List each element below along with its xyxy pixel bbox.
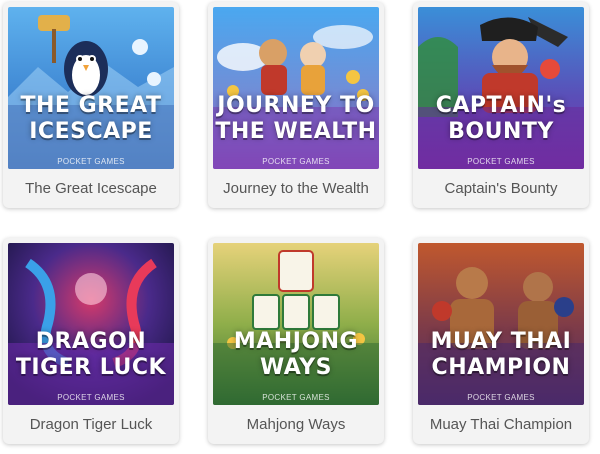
game-name[interactable]: Muay Thai Champion [418, 405, 584, 445]
game-thumbnail[interactable]: MAHJONG WAYS POCKET GAMES [213, 243, 379, 405]
brand-label: POCKET GAMES [57, 157, 125, 166]
art-title-line: MUAY THAI [430, 329, 572, 354]
game-name[interactable]: Mahjong Ways [213, 405, 379, 445]
art-title-line: TIGER LUCK [15, 355, 167, 380]
game-art-title: CAPTAIN's BOUNTY [418, 93, 584, 145]
game-grid: THE GREAT ICESCAPE POCKET GAMES The Grea… [0, 0, 600, 454]
art-title-line: ICESCAPE [29, 119, 153, 144]
game-card-dragon-tiger-luck[interactable]: DRAGON TIGER LUCK POCKET GAMES Dragon Ti… [3, 238, 179, 444]
game-name[interactable]: Captain's Bounty [418, 169, 584, 209]
game-thumbnail[interactable]: CAPTAIN's BOUNTY POCKET GAMES [418, 7, 584, 169]
game-name[interactable]: Journey to the Wealth [213, 169, 379, 209]
art-title-line: CAPTAIN's [435, 93, 567, 118]
art-title-line: THE WEALTH [215, 119, 377, 144]
art-title-line: JOURNEY TO [217, 93, 375, 118]
game-thumbnail[interactable]: JOURNEY TO THE WEALTH POCKET GAMES [213, 7, 379, 169]
game-name[interactable]: Dragon Tiger Luck [8, 405, 174, 445]
game-card-mahjong-ways[interactable]: MAHJONG WAYS POCKET GAMES Mahjong Ways [208, 238, 384, 444]
game-card-captains-bounty[interactable]: CAPTAIN's BOUNTY POCKET GAMES Captain's … [413, 2, 589, 208]
game-thumbnail[interactable]: DRAGON TIGER LUCK POCKET GAMES [8, 243, 174, 405]
brand-label: POCKET GAMES [262, 393, 330, 402]
brand-label: POCKET GAMES [57, 393, 125, 402]
art-title-line: BOUNTY [448, 119, 554, 144]
game-card-muay-thai-champion[interactable]: MUAY THAI CHAMPION POCKET GAMES Muay Tha… [413, 238, 589, 444]
game-card-the-great-icescape[interactable]: THE GREAT ICESCAPE POCKET GAMES The Grea… [3, 2, 179, 208]
game-thumbnail[interactable]: MUAY THAI CHAMPION POCKET GAMES [418, 243, 584, 405]
brand-label: POCKET GAMES [467, 393, 535, 402]
brand-label: POCKET GAMES [262, 157, 330, 166]
game-thumbnail[interactable]: THE GREAT ICESCAPE POCKET GAMES [8, 7, 174, 169]
game-card-journey-to-the-wealth[interactable]: JOURNEY TO THE WEALTH POCKET GAMES Journ… [208, 2, 384, 208]
art-title-line: MAHJONG [233, 329, 359, 354]
game-art-title: THE GREAT ICESCAPE [8, 93, 174, 145]
game-art-title: DRAGON TIGER LUCK [8, 329, 174, 381]
art-title-line: DRAGON [35, 329, 147, 354]
art-title-line: THE GREAT [20, 93, 162, 118]
art-title-line: CHAMPION [431, 355, 571, 380]
game-art-title: MAHJONG WAYS [213, 329, 379, 381]
art-title-line: WAYS [260, 355, 332, 380]
game-art-title: MUAY THAI CHAMPION [418, 329, 584, 381]
game-art-title: JOURNEY TO THE WEALTH [213, 93, 379, 145]
brand-label: POCKET GAMES [467, 157, 535, 166]
game-name[interactable]: The Great Icescape [8, 169, 174, 209]
